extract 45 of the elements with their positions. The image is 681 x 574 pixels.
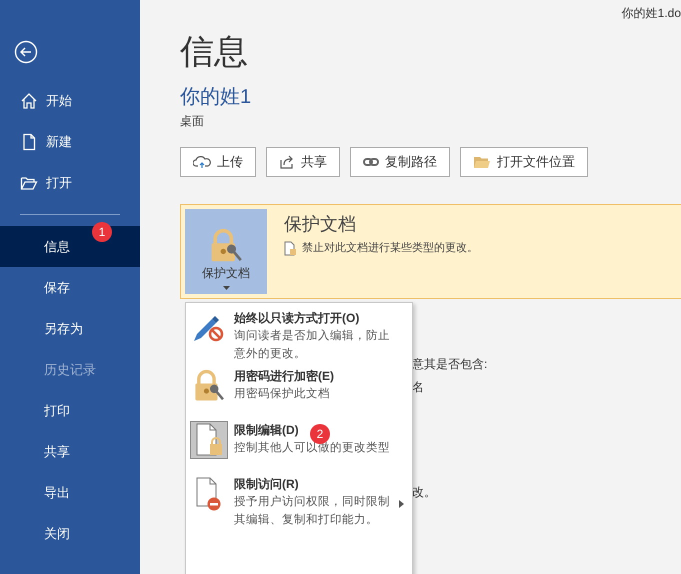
- document-lock-icon: [284, 240, 296, 256]
- menu-item[interactable]: 用密码进行加密(E) 用密码保护此文档: [190, 367, 412, 405]
- sidebar-item[interactable]: 关闭: [0, 513, 140, 554]
- home-icon: [20, 92, 38, 110]
- cloud-upload-icon: [193, 155, 211, 169]
- menu-item-description: 询问读者是否加入编辑，防止意外的更改。: [234, 328, 391, 362]
- document-location: 桌面: [180, 113, 205, 130]
- menu-item-title: 始终以只读方式打开(O): [234, 310, 360, 327]
- protect-description: 禁止对此文档进行某些类型的更改。: [302, 240, 478, 256]
- folder-icon: [473, 154, 491, 170]
- link-icon: [363, 157, 379, 167]
- action-button[interactable]: 打开文件位置: [460, 147, 588, 177]
- protect-title: 保护文档: [284, 213, 357, 236]
- background-text: 改。: [412, 484, 437, 501]
- background-text: 名: [412, 379, 425, 396]
- sidebar-item[interactable]: 共享: [0, 431, 140, 472]
- action-button[interactable]: 上传: [180, 147, 256, 177]
- pencil-no-icon: [192, 313, 226, 343]
- document-name: 你的姓1: [180, 85, 252, 110]
- page-title: 信息: [180, 32, 249, 72]
- file-name: 你的姓1.do: [622, 5, 681, 22]
- menu-item-title: 限制访问(R): [234, 476, 299, 493]
- menu-item[interactable]: 限制访问(R) 授予用户访问权限，同时限制其编辑、复制和打印能力。: [190, 475, 412, 529]
- menu-item-title: 限制编辑(D): [234, 422, 299, 439]
- document-lock-icon: [194, 422, 224, 458]
- sidebar-item[interactable]: 新建: [0, 121, 140, 162]
- sidebar-item[interactable]: 保存: [0, 267, 140, 308]
- sidebar-item[interactable]: 打印: [0, 390, 140, 431]
- menu-item-title: 用密码进行加密(E): [234, 368, 334, 385]
- share-arrow-icon: [279, 154, 295, 170]
- caret-icon: [222, 286, 230, 290]
- number-badge: 2: [310, 424, 330, 444]
- submenu-arrow-icon: [399, 500, 404, 508]
- sidebar-item[interactable]: 导出: [0, 472, 140, 513]
- background-text: 意其是否包含:: [412, 356, 488, 373]
- sidebar-item[interactable]: 另存为: [0, 308, 140, 349]
- action-button[interactable]: 共享: [266, 147, 340, 177]
- protect-document-button[interactable]: 保护文档: [185, 209, 267, 294]
- back-button[interactable]: [14, 40, 38, 64]
- sidebar-item[interactable]: 开始: [0, 80, 140, 121]
- menu-item-description: 授予用户访问权限，同时限制其编辑、复制和打印能力。: [234, 494, 391, 528]
- sidebar-item[interactable]: 打开: [0, 162, 140, 203]
- menu-item[interactable]: 始终以只读方式打开(O) 询问读者是否加入编辑，防止意外的更改。: [190, 309, 412, 363]
- menu-item-description: 用密码保护此文档: [234, 386, 331, 402]
- action-button[interactable]: 复制路径: [350, 147, 450, 177]
